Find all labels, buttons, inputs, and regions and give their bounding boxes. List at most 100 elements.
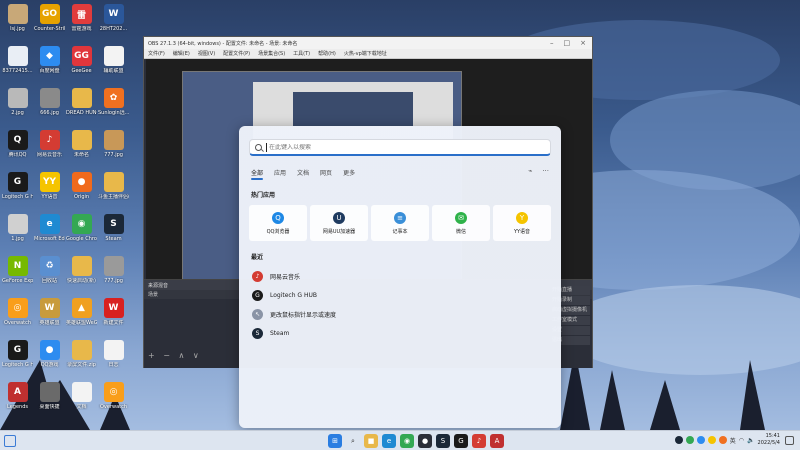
desktop-icon[interactable]: 777.jpg bbox=[98, 128, 129, 170]
yy-tray-icon[interactable] bbox=[707, 436, 716, 444]
recent-item[interactable]: ↖ 更改鼠标指针显示或速度 bbox=[251, 305, 541, 324]
baidu-tray-icon[interactable] bbox=[696, 436, 705, 444]
search-input[interactable] bbox=[269, 143, 519, 151]
obs-menu-item[interactable]: 场景集合(S) bbox=[258, 50, 285, 57]
desktop-icon[interactable]: 快速启动(新) bbox=[66, 254, 97, 296]
pinned-app[interactable]: Q QQ浏览器 bbox=[249, 205, 307, 241]
pinned-app[interactable]: ≡ 记事本 bbox=[371, 205, 429, 241]
chrome-tray-icon[interactable] bbox=[685, 436, 694, 444]
desktop-icon-label: 2.jpg bbox=[11, 110, 24, 116]
minimize-icon[interactable]: – bbox=[550, 39, 554, 47]
notification-icon[interactable] bbox=[785, 436, 794, 445]
desktop-icon[interactable]: 辅助联盟 bbox=[98, 44, 129, 86]
steam-icon[interactable]: S bbox=[436, 434, 450, 448]
desktop-icon[interactable]: W 新建文件 bbox=[98, 296, 129, 338]
desktop-icon[interactable]: Q 腾讯QQ bbox=[2, 128, 33, 170]
search-icon[interactable]: ⌕ bbox=[346, 434, 360, 448]
desktop-icon[interactable]: DREAD HUNGER bbox=[66, 86, 97, 128]
active-tab-indicator bbox=[251, 178, 263, 180]
desktop-icon[interactable]: G Logitech G HUB bbox=[2, 170, 33, 212]
desktop-icon[interactable]: ▲ 英雄联盟WeGame bbox=[66, 296, 97, 338]
pinned-app[interactable]: U 网易UU加速器 bbox=[310, 205, 368, 241]
desktop-icon[interactable]: ◎ Overwatch bbox=[2, 296, 33, 338]
desktop-icon-label: 雷霆游戏 bbox=[71, 26, 92, 32]
clock[interactable]: 15:41 2022/5/4 bbox=[758, 433, 780, 447]
obs-menu-item[interactable]: 视图(V) bbox=[198, 50, 215, 57]
recent-item[interactable]: S Steam bbox=[251, 324, 541, 343]
share-icon[interactable]: ⌁ bbox=[528, 167, 532, 175]
obs-menu-item[interactable]: 文件(F) bbox=[148, 50, 165, 57]
recent-item-icon: ↖ bbox=[252, 309, 263, 320]
start-search-box[interactable] bbox=[249, 139, 551, 156]
netease-music-icon[interactable]: ♪ bbox=[472, 434, 486, 448]
more-options-icon[interactable]: ··· bbox=[542, 167, 549, 175]
desktop-icon[interactable]: 桌面快捷 bbox=[34, 380, 65, 422]
desktop-icon[interactable]: 文档 bbox=[66, 380, 97, 422]
recent-item[interactable]: G Logitech G HUB bbox=[251, 286, 541, 305]
obs-menu-item[interactable]: 配置文件(P) bbox=[223, 50, 250, 57]
desktop-icon[interactable]: 日志 bbox=[98, 338, 129, 380]
desktop-icon[interactable]: 录屏文件.zip bbox=[66, 338, 97, 380]
desktop-icon[interactable]: ♪ 网易云音乐 bbox=[34, 128, 65, 170]
desktop-icon[interactable]: S Steam bbox=[98, 212, 129, 254]
app-label: 记事本 bbox=[392, 228, 408, 235]
obs-menu-item[interactable]: 编辑(E) bbox=[173, 50, 190, 57]
obs-icon[interactable]: ● bbox=[418, 434, 432, 448]
desktop-icon[interactable]: W 英雄联盟 bbox=[34, 296, 65, 338]
desktop-icon-label: 666.jpg bbox=[40, 110, 59, 116]
network-icon[interactable]: ◠ bbox=[739, 437, 744, 444]
maximize-icon[interactable]: □ bbox=[564, 39, 571, 47]
desktop-icon[interactable]: YY YY语音 bbox=[34, 170, 65, 212]
desktop-icon[interactable]: GG GeeGee bbox=[66, 44, 97, 86]
desktop-icon[interactable]: W 28HT202... bbox=[98, 2, 129, 44]
start-tab[interactable]: 更多 bbox=[343, 168, 355, 177]
close-icon[interactable]: × bbox=[580, 39, 586, 47]
desktop-icon[interactable]: 8377241​5... bbox=[2, 44, 33, 86]
desktop-icon[interactable]: ◉ Google Chrome bbox=[66, 212, 97, 254]
recent-item[interactable]: ♪ 网易云音乐 bbox=[251, 267, 541, 286]
start-tab[interactable]: 全部 bbox=[251, 168, 263, 177]
lol-icon[interactable]: A bbox=[490, 434, 504, 448]
obs-menu-item[interactable]: 帮助(H) bbox=[318, 50, 336, 57]
desktop-icon[interactable]: 777.jpg bbox=[98, 254, 129, 296]
pinned-app[interactable]: Y YY语音 bbox=[493, 205, 551, 241]
desktop-icon[interactable]: ◆ 百度网盘 bbox=[34, 44, 65, 86]
steam-tray-icon[interactable] bbox=[674, 436, 683, 444]
desktop-icon[interactable]: ◎ Overwatch bbox=[98, 380, 129, 422]
desktop-icon[interactable]: N GeForce Experience bbox=[2, 254, 33, 296]
chrome-icon[interactable]: ◉ bbox=[400, 434, 414, 448]
desktop-icon[interactable]: e Microsoft Edge bbox=[34, 212, 65, 254]
ime-indicator[interactable]: 英 bbox=[730, 436, 736, 445]
volume-icon[interactable]: 🔈 bbox=[747, 437, 754, 444]
desktop-icon[interactable]: A Legends bbox=[2, 380, 33, 422]
windows-icon[interactable]: ⊞ bbox=[328, 434, 342, 448]
desktop-icon[interactable]: 未命名 bbox=[66, 128, 97, 170]
file-explorer-icon[interactable]: ■ bbox=[364, 434, 378, 448]
desktop-icon[interactable]: ● Origin bbox=[66, 170, 97, 212]
desktop-icon[interactable]: 2.jpg bbox=[2, 86, 33, 128]
sunlogin-tray-icon[interactable] bbox=[718, 436, 727, 444]
start-tab[interactable]: 网页 bbox=[320, 168, 332, 177]
obs-menu-item[interactable]: 火热-vp端下载地址 bbox=[344, 50, 387, 57]
start-tab[interactable]: 文档 bbox=[297, 168, 309, 177]
start-tab[interactable]: 应用 bbox=[274, 168, 286, 177]
dock-tools[interactable]: + − ∧ ∨ bbox=[148, 351, 202, 360]
app-label: 网易UU加速器 bbox=[322, 228, 356, 235]
desktop-icon-image bbox=[103, 46, 124, 66]
desktop-icon[interactable]: ● QQ游戏 bbox=[34, 338, 65, 380]
desktop-icon[interactable]: G Logitech G HUB bbox=[2, 338, 33, 380]
desktop-icon[interactable]: ♻ 回收站 bbox=[34, 254, 65, 296]
desktop-icon[interactable]: lsj.jpg bbox=[2, 2, 33, 44]
pinned-app[interactable]: ✉ 微信 bbox=[432, 205, 490, 241]
desktop-icon[interactable]: 1.jpg bbox=[2, 212, 33, 254]
edge-icon[interactable]: e bbox=[382, 434, 396, 448]
desktop-icon[interactable]: 666.jpg bbox=[34, 86, 65, 128]
widgets-icon[interactable] bbox=[4, 435, 16, 447]
obs-titlebar[interactable]: OBS 27.1.3 (64-bit, windows) - 配置文件: 未命名… bbox=[144, 37, 592, 49]
desktop-icon[interactable]: ✿ Sunlogin远... bbox=[98, 86, 129, 128]
desktop-icon[interactable]: GO Counter-Strike Global Off... bbox=[34, 2, 65, 44]
obs-menu-item[interactable]: 工具(T) bbox=[293, 50, 310, 57]
logitech-icon[interactable]: G bbox=[454, 434, 468, 448]
desktop-icon[interactable]: 雷雷霆游戏 bbox=[66, 2, 97, 44]
desktop-icon[interactable]: 斗鱼主播伴侣(新) bbox=[98, 170, 129, 212]
